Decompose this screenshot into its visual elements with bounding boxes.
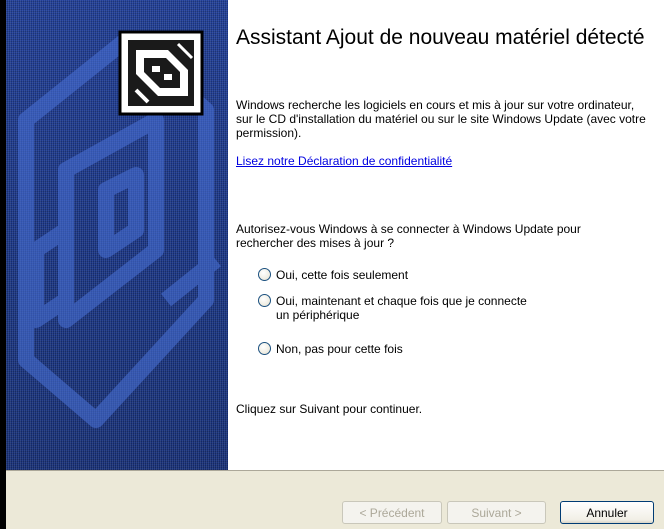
wizard-content: Assistant Ajout de nouveau matériel déte… bbox=[236, 0, 656, 470]
radio-never[interactable] bbox=[258, 342, 271, 355]
radio-always[interactable] bbox=[258, 294, 271, 307]
option-never[interactable]: Non, pas pour cette fois bbox=[258, 342, 403, 356]
radio-once[interactable] bbox=[258, 268, 271, 281]
intro-text: Windows recherche les logiciels en cours… bbox=[236, 98, 646, 140]
update-question: Autorisez-vous Windows à se connecter à … bbox=[236, 222, 581, 250]
cancel-button[interactable]: Annuler bbox=[560, 501, 654, 524]
option-always-label: Oui, maintenant et chaque fois que je co… bbox=[276, 294, 527, 322]
wizard-footer: < Précédent Suivant > Annuler bbox=[6, 470, 664, 529]
wizard-window: Assistant Ajout de nouveau matériel déte… bbox=[6, 0, 664, 529]
option-once-label: Oui, cette fois seulement bbox=[276, 268, 409, 282]
option-always[interactable]: Oui, maintenant et chaque fois que je co… bbox=[258, 294, 527, 322]
option-once[interactable]: Oui, cette fois seulement bbox=[258, 268, 408, 282]
option-never-label: Non, pas pour cette fois bbox=[276, 342, 403, 356]
next-button[interactable]: Suivant > bbox=[447, 501, 546, 524]
wizard-banner bbox=[6, 0, 228, 470]
privacy-link[interactable]: Lisez notre Déclaration de confidentiali… bbox=[236, 154, 452, 168]
option-always-line2: un périphérique bbox=[276, 308, 360, 322]
wizard-title: Assistant Ajout de nouveau matériel déte… bbox=[236, 26, 645, 49]
hardware-card-icon bbox=[118, 30, 204, 116]
option-always-line1: Oui, maintenant et chaque fois que je co… bbox=[276, 294, 527, 308]
continue-text: Cliquez sur Suivant pour continuer. bbox=[236, 402, 423, 416]
back-button[interactable]: < Précédent bbox=[342, 501, 442, 524]
